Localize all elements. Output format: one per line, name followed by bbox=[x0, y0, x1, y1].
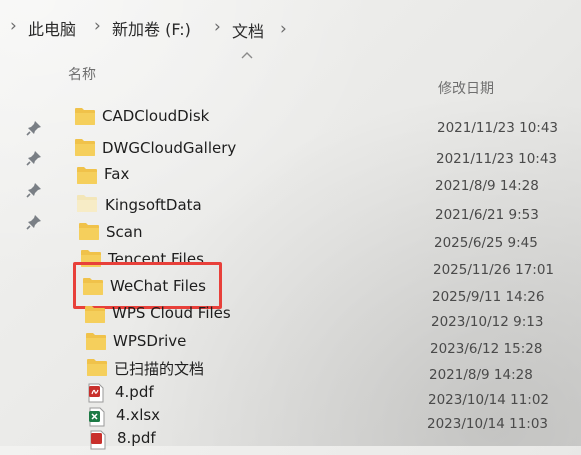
chevron-right-icon[interactable]: › bbox=[214, 17, 221, 37]
column-header-date-modified[interactable]: 修改日期 bbox=[438, 78, 494, 98]
folder-icon bbox=[77, 167, 97, 184]
file-name: KingsoftData bbox=[105, 196, 202, 214]
file-name: WPS Cloud Files bbox=[112, 304, 231, 322]
folder-icon bbox=[75, 108, 95, 125]
file-name: DWGCloudGallery bbox=[102, 139, 237, 157]
chevron-right-icon[interactable]: › bbox=[94, 16, 101, 36]
file-name: 已扫描的文档 bbox=[114, 360, 205, 378]
column-header-name[interactable]: 名称 bbox=[68, 64, 96, 84]
pdf-file-icon bbox=[90, 430, 106, 450]
chevron-right-icon[interactable]: › bbox=[10, 16, 17, 36]
list-item[interactable]: KingsoftData 2021/6/21 9:53 bbox=[0, 191, 581, 223]
chevron-right-icon[interactable]: › bbox=[280, 19, 287, 39]
sort-up-icon[interactable] bbox=[240, 50, 254, 66]
file-name: 8.pdf bbox=[117, 429, 156, 447]
list-item[interactable]: 已扫描的文档 2021/8/9 14:28 bbox=[0, 355, 581, 383]
list-item[interactable]: WPSDrive 2023/6/12 15:28 bbox=[0, 329, 581, 357]
list-item[interactable]: 8.pdf bbox=[0, 428, 581, 455]
file-name: CADCloudDisk bbox=[102, 107, 210, 125]
breadcrumb-documents[interactable]: 文档 bbox=[232, 18, 264, 42]
folder-icon bbox=[75, 139, 95, 156]
folder-icon bbox=[85, 306, 105, 323]
excel-file-icon bbox=[89, 407, 105, 427]
breadcrumb-drive-f[interactable]: 新加卷 (F:) bbox=[112, 16, 191, 40]
pdf-file-icon bbox=[88, 383, 104, 403]
list-item[interactable]: Scan 2025/6/25 9:45 bbox=[0, 219, 581, 251]
file-name: 4.xlsx bbox=[116, 406, 161, 424]
file-date: 2023/10/12 9:13 bbox=[431, 314, 544, 330]
file-name: WPSDrive bbox=[113, 332, 187, 350]
list-item[interactable]: DWGCloudGallery 2021/11/23 10:43 bbox=[0, 135, 581, 167]
folder-icon bbox=[79, 223, 99, 240]
folder-icon bbox=[86, 333, 106, 350]
folder-icon bbox=[87, 359, 107, 376]
file-date: 2021/11/23 10:43 bbox=[437, 120, 559, 136]
breadcrumb-this-pc[interactable]: 此电脑 bbox=[28, 16, 76, 40]
list-item[interactable]: CADCloudDisk 2021/11/23 10:43 bbox=[0, 104, 581, 136]
file-name: Fax bbox=[104, 165, 130, 183]
folder-icon bbox=[77, 195, 97, 212]
list-item[interactable]: Fax 2021/8/9 14:28 bbox=[0, 163, 581, 194]
file-name: Scan bbox=[106, 223, 143, 241]
list-item[interactable]: 4.pdf 2023/10/14 11:02 bbox=[0, 381, 581, 408]
file-name: 4.pdf bbox=[115, 383, 154, 401]
list-item[interactable]: WPS Cloud Files 2023/10/12 9:13 bbox=[0, 302, 581, 330]
breadcrumb: › 此电脑 › 新加卷 (F:) › 文档 › bbox=[0, 0, 581, 58]
